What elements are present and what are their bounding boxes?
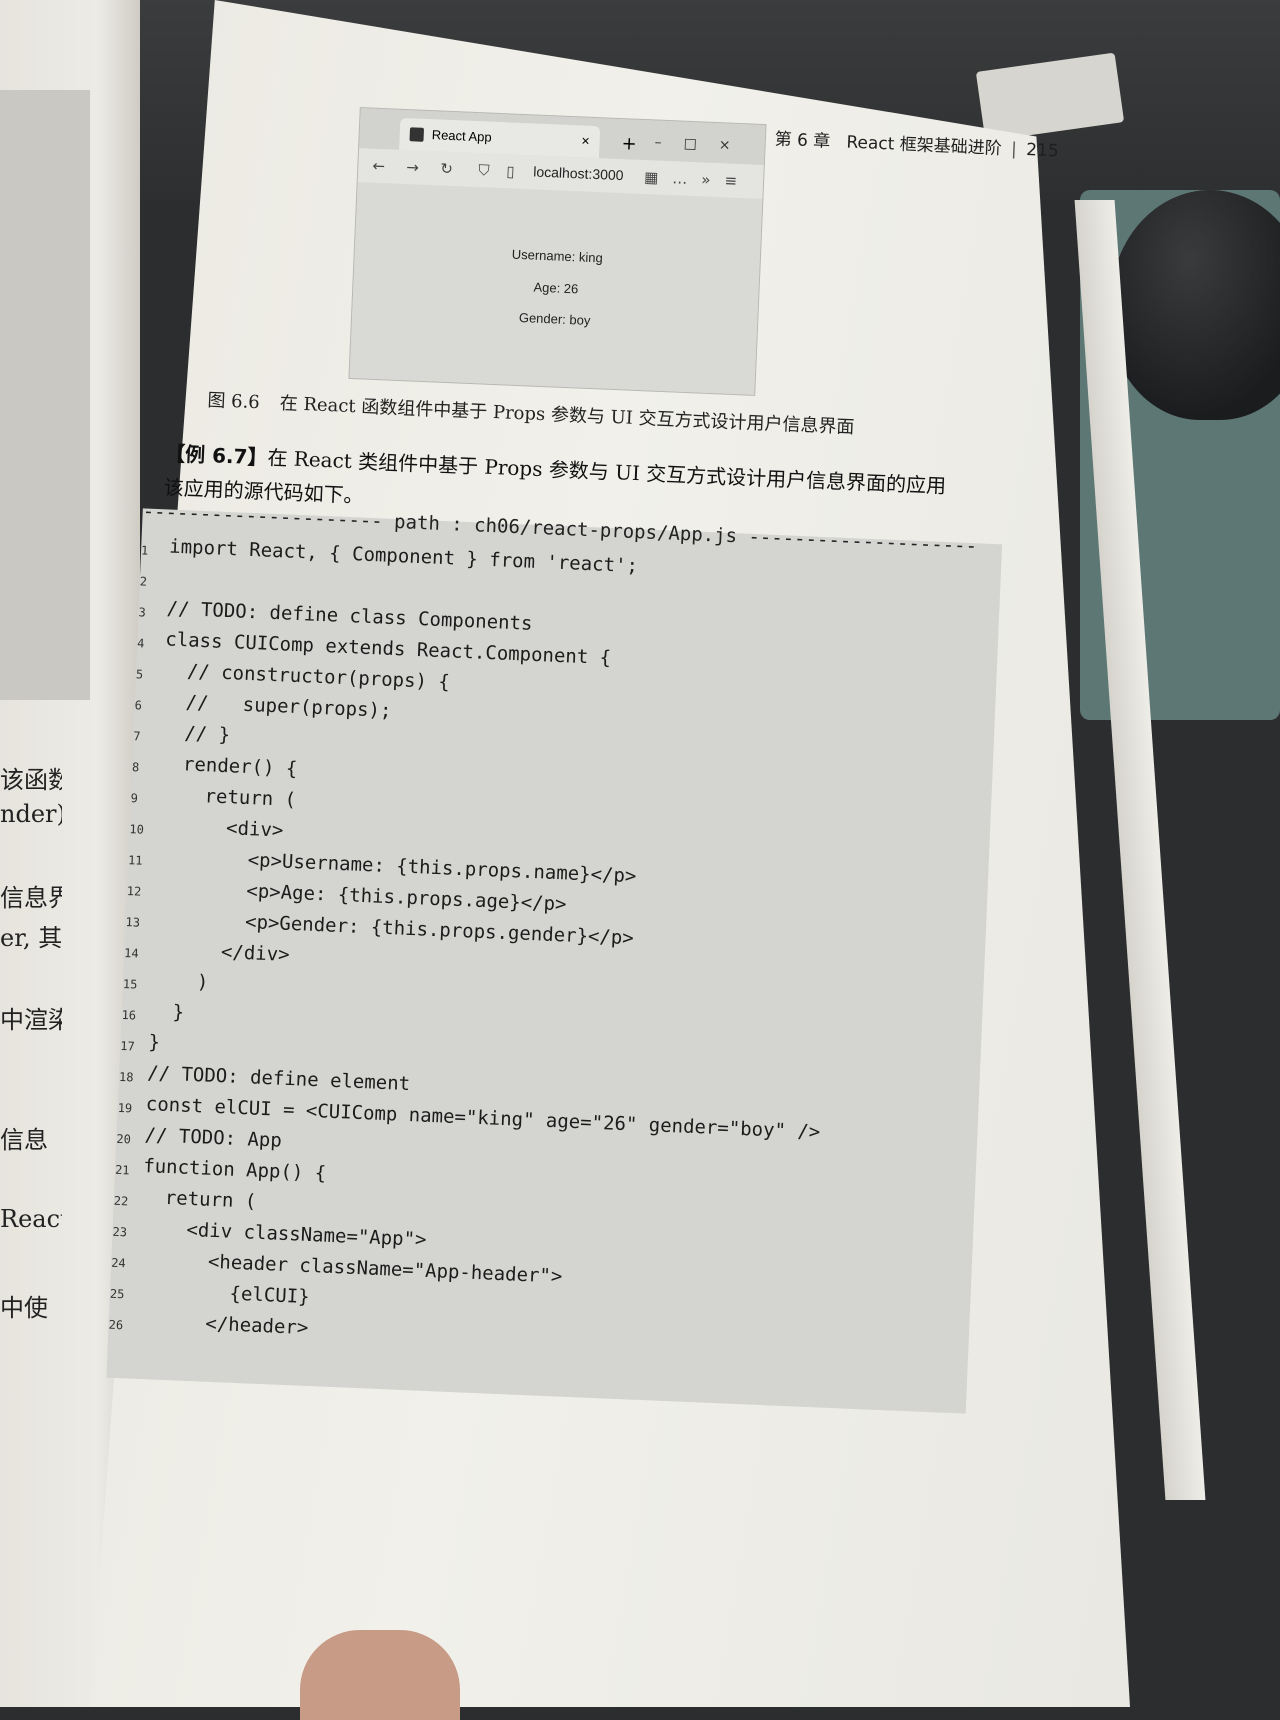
back-icon: ← [372,156,386,176]
line-number: 4 [136,636,145,651]
code-text: // TODO: App [144,1124,283,1152]
example-title: 在 React 类组件中基于 Props 参数与 UI 交互方式设计用户信息界面… [266,445,947,498]
line-number: 2 [139,574,148,589]
page-number: 215 [1025,140,1060,162]
code-text: return ( [158,783,297,812]
book-page: 第 6 章 React 框架基础进阶 | 215 React App × + –… [90,0,1130,1707]
running-head: 第 6 章 React 框架基础进阶 | 215 [774,129,1060,162]
reload-icon: ↻ [439,159,454,179]
username-text: Username: king [511,246,604,266]
age-text: Age: 26 [533,279,579,297]
line-number: 3 [138,605,147,620]
code-text: return ( [141,1185,257,1213]
line-number: 14 [123,945,139,961]
example-label: 【例 6.7】 [164,441,269,470]
code-lines: 1 import React, { Component } from 'react… [108,534,844,1369]
line-number: 9 [130,791,139,806]
toolbar-overflow-icons: ▦…»≡ [643,168,752,191]
line-number: 20 [116,1131,132,1147]
page-icon: ▯ [505,162,515,181]
line-number: 18 [118,1069,134,1085]
line-number: 17 [120,1038,136,1054]
code-text: render() { [159,752,298,781]
line-number: 15 [122,976,138,992]
address-bar: localhost:3000 [532,163,624,184]
code-text: ) [150,969,209,994]
browser-viewport: Username: king Age: 26 Gender: boy [349,182,763,395]
line-number: 26 [108,1317,124,1333]
line-number: 1 [140,543,149,558]
chapter-number: 第 6 章 [774,129,831,152]
left-page-text: 中使 [0,1294,48,1322]
line-number: 6 [134,698,143,713]
code-text: } [148,1031,161,1054]
code-text: </div> [151,938,291,966]
close-tab-icon: × [581,132,590,149]
gender-text: Gender: boy [518,309,591,328]
figure-caption: 图 6.6 在 React 函数组件中基于 Props 参数与 UI 交互方式设计… [207,386,855,439]
left-page-text: 中渲染 [0,1006,62,1034]
line-number: 12 [126,884,142,899]
left-page-text: 该函数 [0,766,62,794]
left-page-text: er, 其 [0,924,62,952]
tab-title: React App [431,127,493,145]
line-number: 19 [117,1100,133,1116]
browser-screenshot-figure: React App × + –□× ← → ↻ ⛉ ▯ localhost:30… [348,107,767,396]
left-page-figure [0,90,90,700]
shield-icon: ⛉ [477,161,490,180]
line-number: 23 [112,1224,128,1240]
react-app-icon [409,127,425,142]
left-page-text: nder), [0,800,62,828]
line-number: 21 [114,1162,130,1178]
line-number: 10 [129,822,145,837]
line-number: 8 [131,760,140,775]
line-number: 7 [133,729,141,744]
line-number: 13 [125,915,141,930]
line-number: 16 [121,1007,137,1023]
figure-number: 图 6.6 [206,390,261,414]
line-number: 24 [110,1255,126,1271]
code-listing: --------------------- path : ch06/react-… [106,500,1003,1414]
line-number: 5 [135,667,144,682]
left-page-text: 信息 [0,1126,48,1154]
line-number: 22 [113,1193,129,1209]
code-text: <div> [157,814,284,842]
figure-caption-text: 在 React 函数组件中基于 Props 参数与 UI 交互方式设计用户信息界… [279,393,855,439]
chapter-title: React 框架基础进阶 [846,132,1003,160]
code-text: } [149,1000,185,1024]
new-tab-icon: + [621,133,638,155]
left-page-text: 信息界 [0,884,62,912]
line-number: 11 [127,853,143,868]
page-content: 第 6 章 React 框架基础进阶 | 215 React App × + –… [106,100,1059,1635]
window-controls: –□× [654,134,753,155]
line-number: 25 [109,1286,125,1302]
left-page-text: React [0,1205,62,1233]
forward-icon: → [406,158,420,177]
code-text: // } [161,721,231,747]
